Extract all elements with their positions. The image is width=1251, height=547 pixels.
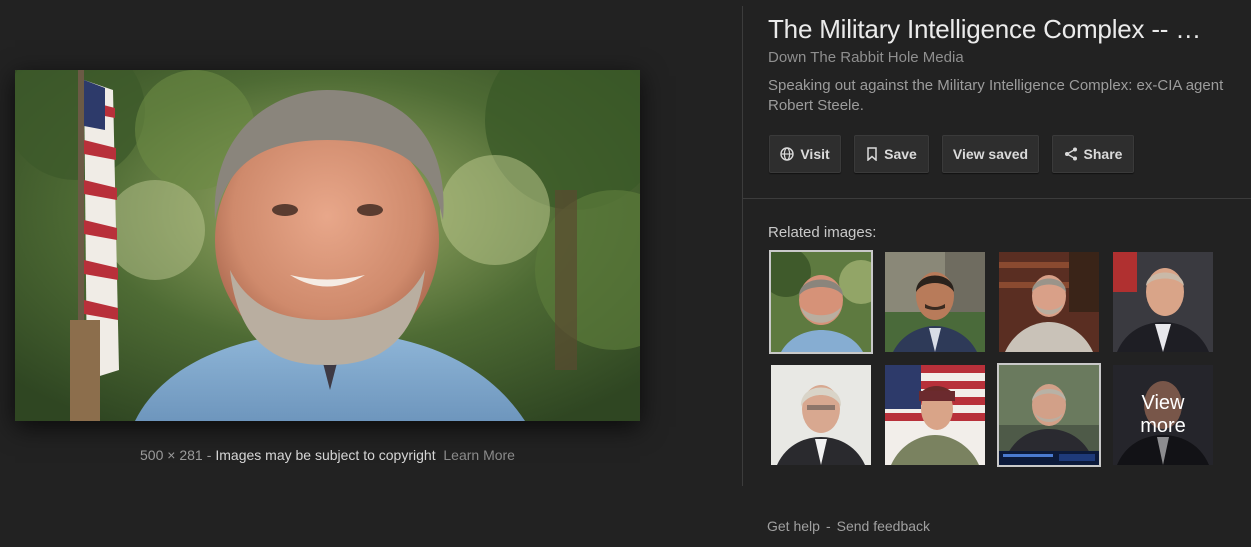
related-view-more[interactable]: View more <box>1113 365 1213 465</box>
visit-label: Visit <box>800 146 830 162</box>
thumb-illustration <box>999 252 1099 352</box>
related-thumb-man-mustache[interactable] <box>885 252 985 352</box>
related-thumb-man-library[interactable] <box>999 252 1099 352</box>
share-button[interactable]: Share <box>1052 135 1134 173</box>
main-image-illustration <box>15 70 640 421</box>
send-feedback-link[interactable]: Send feedback <box>837 518 930 534</box>
view-saved-label: View saved <box>952 146 1029 162</box>
related-thumb-robert-steele[interactable] <box>769 250 873 354</box>
thumb-illustration <box>1113 252 1213 352</box>
copyright-notice: Images may be subject to copyright <box>215 447 436 463</box>
main-image[interactable] <box>15 70 640 421</box>
share-label: Share <box>1083 146 1123 162</box>
view-saved-button[interactable]: View saved <box>942 135 1039 173</box>
visit-button[interactable]: Visit <box>769 135 841 173</box>
related-thumb-bald-man[interactable] <box>1113 252 1213 352</box>
thumb-illustration <box>771 252 871 352</box>
footer-separator: - <box>825 518 831 534</box>
related-thumb-assange[interactable] <box>771 365 871 465</box>
meta-separator: - <box>206 447 212 463</box>
learn-more-link[interactable]: Learn More <box>443 447 515 463</box>
thumb-illustration <box>885 365 985 465</box>
source-site[interactable]: Down The Rabbit Hole Media <box>768 49 964 66</box>
vertical-divider <box>742 6 743 486</box>
globe-icon <box>780 147 795 161</box>
save-button[interactable]: Save <box>854 135 929 173</box>
image-meta: 500 × 281- Images may be subject to copyr… <box>0 447 655 463</box>
bookmark-icon <box>866 147 878 161</box>
save-label: Save <box>884 146 917 162</box>
footer-links: Get help - Send feedback <box>767 518 930 534</box>
related-images-label: Related images: <box>768 224 877 241</box>
share-icon <box>1064 147 1078 161</box>
thumb-illustration <box>999 365 1099 465</box>
thumb-illustration <box>885 252 985 352</box>
page-title[interactable]: The Military Intelligence Complex -- … <box>768 14 1248 45</box>
horizontal-divider <box>743 198 1251 199</box>
get-help-link[interactable]: Get help <box>767 518 820 534</box>
image-viewer-panel: 500 × 281- Images may be subject to copyr… <box>0 0 1251 547</box>
related-thumb-soldier[interactable] <box>885 365 985 465</box>
image-description: Speaking out against the Military Intell… <box>768 77 1224 114</box>
related-thumb-video-interview[interactable] <box>997 363 1101 467</box>
thumb-illustration <box>771 365 871 465</box>
image-dimensions: 500 × 281 <box>140 447 203 463</box>
view-more-label: View more <box>1140 392 1186 437</box>
